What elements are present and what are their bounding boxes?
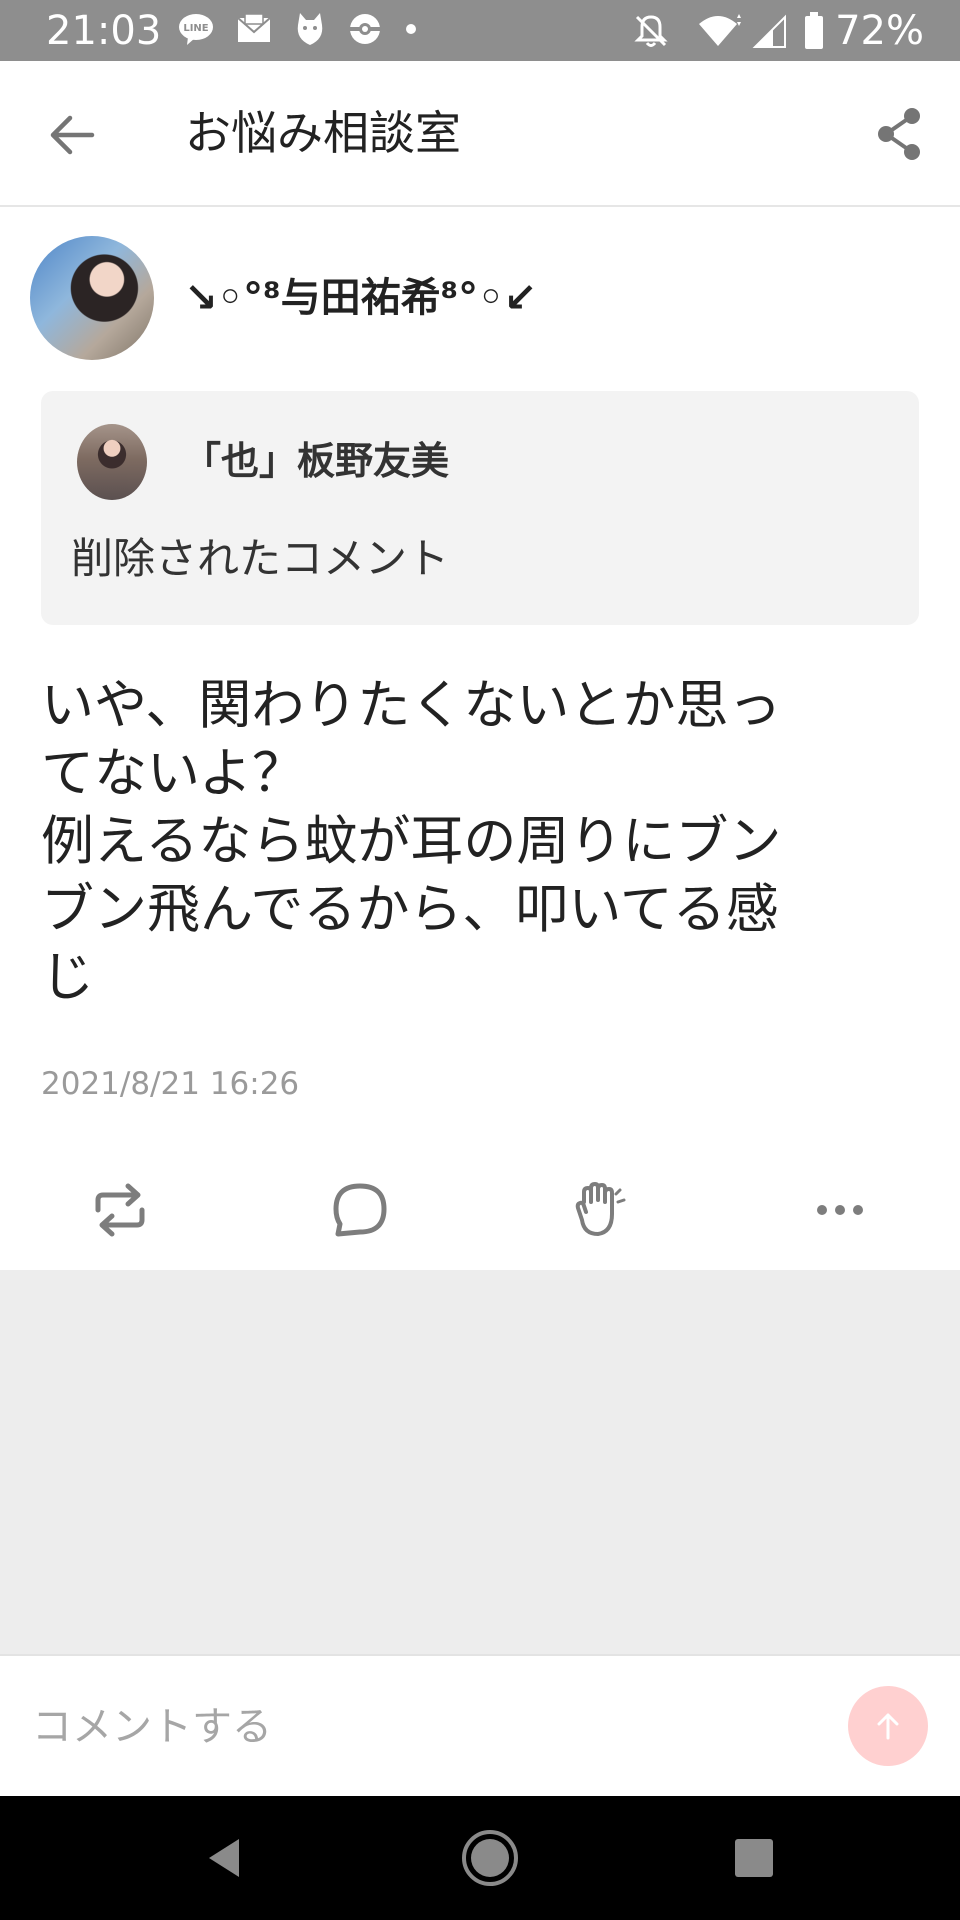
back-triangle-icon xyxy=(209,1839,239,1877)
arrow-up-icon xyxy=(877,1713,899,1740)
page-title: お悩み相談室 xyxy=(185,106,461,160)
comment-bar xyxy=(0,1654,960,1798)
nav-back-button[interactable] xyxy=(192,1826,256,1890)
author-name[interactable]: ↘︎◦°⁸与田祐希⁸°◦↙ xyxy=(184,270,537,326)
repost-icon xyxy=(95,1183,145,1237)
home-circle-icon xyxy=(462,1830,518,1886)
author-avatar[interactable] xyxy=(30,236,154,360)
post-body-line: ブン飛んでるから、叩いてる感 xyxy=(41,879,779,940)
dot-icon xyxy=(406,24,416,34)
post-body-line: いや、関わりたくないとか思っ xyxy=(41,675,782,736)
status-time: 21:03 xyxy=(46,8,162,54)
signal-icon xyxy=(752,14,787,48)
mail-icon xyxy=(237,13,271,42)
post-timestamp: 2021/8/21 16:26 xyxy=(41,1066,300,1102)
quoted-comment-text: 削除されたコメント xyxy=(71,534,450,583)
pokeball-icon xyxy=(350,14,380,44)
status-icons-right: 72% xyxy=(631,8,960,54)
app-bar: お悩み相談室 xyxy=(0,61,960,207)
comments-area xyxy=(0,1270,960,1654)
nav-recents-button[interactable] xyxy=(722,1826,786,1890)
navigation-bar xyxy=(0,1796,960,1920)
more-icon xyxy=(817,1205,863,1215)
arrow-left-icon xyxy=(50,115,95,155)
quoted-author-name: 「也」板野友美 xyxy=(183,439,450,483)
comment-input[interactable] xyxy=(30,1696,814,1758)
send-button[interactable] xyxy=(848,1686,928,1766)
line-app-icon: LINE xyxy=(179,14,213,45)
cat-app-icon xyxy=(297,13,323,45)
share-button[interactable] xyxy=(874,106,924,162)
comment-button[interactable] xyxy=(328,1178,392,1242)
status-bar: 21:03 LINE 72% xyxy=(0,0,960,61)
battery-percentage: 72% xyxy=(835,8,924,54)
post-body-line: てないよ？ xyxy=(41,743,305,804)
wifi-icon xyxy=(699,14,742,46)
battery-icon xyxy=(805,12,824,49)
more-button[interactable] xyxy=(808,1178,872,1242)
clap-button[interactable] xyxy=(568,1178,632,1242)
status-icons-left: LINE xyxy=(178,11,418,47)
post-body-line: じ xyxy=(41,947,94,1008)
comment-icon xyxy=(333,1183,387,1237)
quoted-author-avatar xyxy=(77,424,147,500)
share-icon xyxy=(878,108,920,160)
clap-icon xyxy=(575,1182,626,1236)
screen: 21:03 LINE 72% お悩み相談室 ↘︎◦°⁸与田祐希⁸°◦↙ 「也」板… xyxy=(0,0,960,1920)
notifications-off-icon xyxy=(634,15,668,47)
action-bar xyxy=(0,1170,960,1250)
post-body-line: 例えるなら蚊が耳の周りにブン xyxy=(41,811,782,872)
quoted-comment[interactable]: 「也」板野友美 削除されたコメント xyxy=(41,391,919,625)
back-button[interactable] xyxy=(44,107,100,163)
nav-home-button[interactable] xyxy=(458,1826,522,1890)
post-body: いや、関わりたくないとか思っ てないよ？ 例えるなら蚊が耳の周りにブン ブン飛ん… xyxy=(41,672,921,1012)
svg-text:LINE: LINE xyxy=(183,23,208,34)
repost-button[interactable] xyxy=(88,1178,152,1242)
recents-square-icon xyxy=(735,1839,773,1877)
